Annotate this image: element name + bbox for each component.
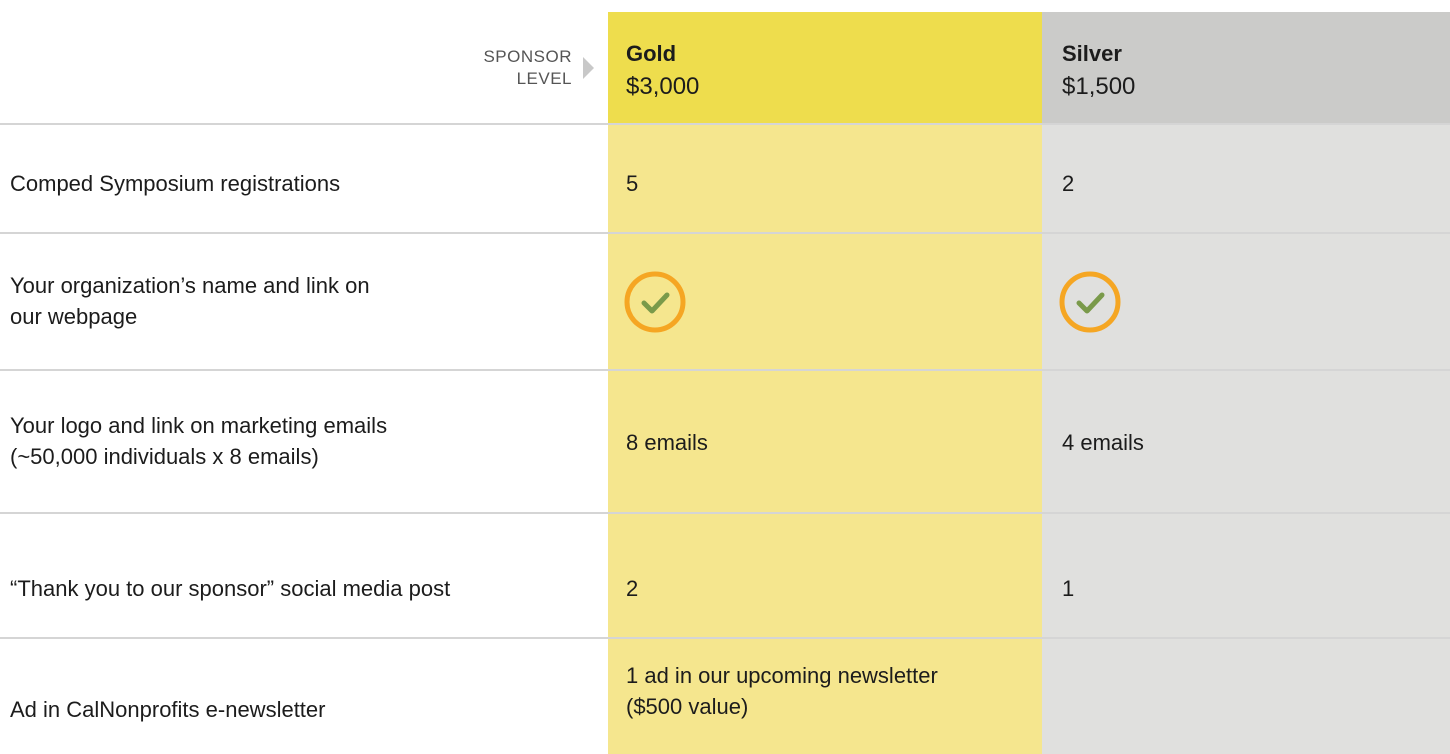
- gold-value-social: 2: [626, 576, 639, 601]
- check-circle-icon: [624, 271, 686, 333]
- gold-value-emails: 8 emails: [626, 430, 708, 455]
- row-divider: [0, 232, 1450, 234]
- cell-line: ($500 value): [626, 694, 749, 719]
- silver-value-emails: 4 emails: [1062, 430, 1144, 455]
- sponsor-level-label: SPONSOR LEVEL: [420, 46, 572, 90]
- row-divider: [0, 123, 1450, 125]
- feature-comped-registrations: Comped Symposium registrations: [10, 171, 341, 196]
- silver-tier-price: $1,500: [1062, 73, 1136, 100]
- gold-value-newsletter: 1 ad in our upcoming newsletter ($500 va…: [626, 660, 938, 722]
- gold-tier-name: Gold: [626, 41, 677, 66]
- row-divider: [0, 369, 1450, 371]
- feature-logo-emails: Your logo and link on marketing emails (…: [10, 410, 387, 472]
- silver-value-registrations: 2: [1062, 171, 1075, 196]
- row-divider: [0, 512, 1450, 514]
- silver-value-social: 1: [1062, 576, 1075, 601]
- gold-tier-price: $3,000: [626, 73, 700, 100]
- sponsor-label-line2: LEVEL: [516, 69, 572, 88]
- check-circle-icon: [1059, 271, 1121, 333]
- feature-e-newsletter-ad: Ad in CalNonprofits e-newsletter: [10, 697, 326, 722]
- silver-tier-name: Silver: [1062, 41, 1122, 66]
- feature-name-and-link: Your organization’s name and link on our…: [10, 270, 370, 332]
- sponsor-label-line1: SPONSOR: [483, 47, 572, 66]
- arrow-right-icon: [583, 57, 594, 79]
- gold-value-registrations: 5: [626, 171, 639, 196]
- feature-line: (~50,000 individuals x 8 emails): [10, 444, 319, 469]
- cell-line: 1 ad in our upcoming newsletter: [626, 663, 938, 688]
- feature-line: our webpage: [10, 304, 138, 329]
- feature-social-media-post: “Thank you to our sponsor” social media …: [10, 576, 451, 601]
- feature-line: Your organization’s name and link on: [10, 273, 370, 298]
- feature-line: Your logo and link on marketing emails: [10, 413, 388, 438]
- sponsorship-table: SPONSOR LEVEL Gold $3,000 Silver $1,500 …: [0, 0, 1450, 754]
- row-divider: [0, 637, 1450, 639]
